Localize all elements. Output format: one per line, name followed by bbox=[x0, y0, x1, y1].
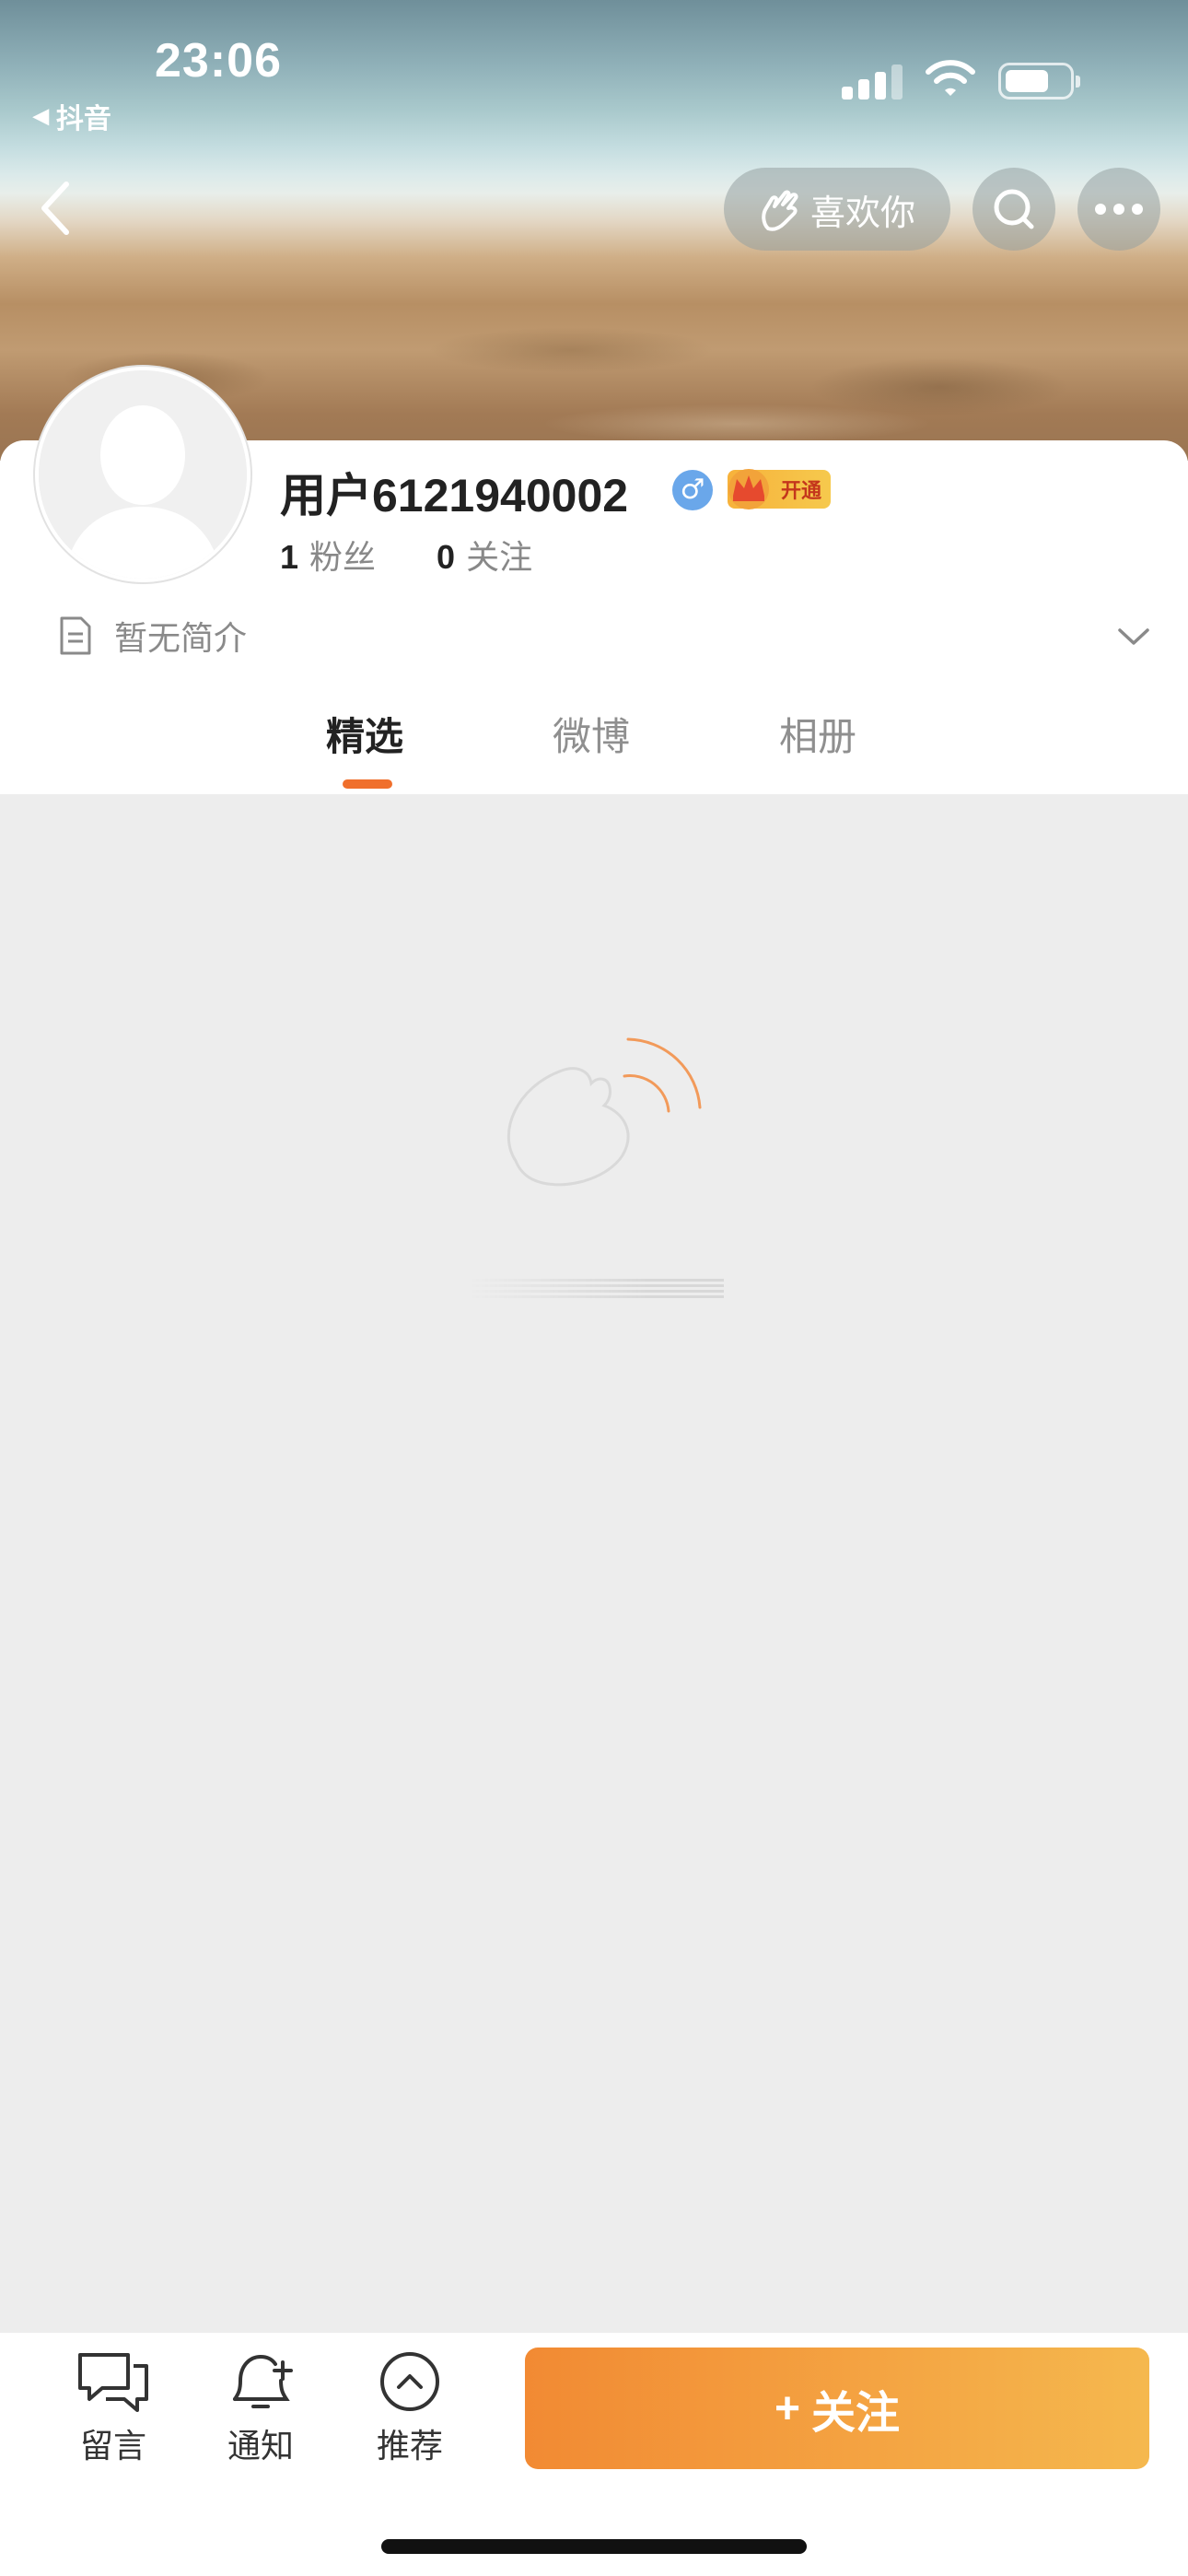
bio-row[interactable]: 暂无简介 bbox=[59, 612, 247, 660]
more-button[interactable] bbox=[1077, 168, 1160, 251]
back-app-label: 抖音 bbox=[55, 104, 111, 135]
chat-bubble-icon bbox=[78, 2353, 148, 2412]
message-label: 留言 bbox=[79, 2428, 146, 2465]
message-button[interactable]: 留言 bbox=[53, 2349, 173, 2467]
profile-screen: 23:06 ◀ 抖音 喜欢你 用户6121940002 ♂ 开通 1 粉丝 0 … bbox=[0, 0, 1188, 2576]
follow-label: 关注 bbox=[811, 2389, 901, 2438]
document-icon bbox=[60, 616, 91, 655]
avatar[interactable] bbox=[35, 367, 250, 582]
profile-tabs: 精选 微博 相册 bbox=[0, 706, 1188, 794]
vip-badge[interactable]: 开通 bbox=[728, 469, 831, 509]
home-indicator[interactable] bbox=[381, 2539, 807, 2554]
crown-icon bbox=[728, 469, 769, 509]
more-icon bbox=[1095, 204, 1143, 215]
default-avatar-icon bbox=[39, 370, 247, 579]
cellular-signal-icon bbox=[842, 63, 903, 100]
username: 用户6121940002 bbox=[280, 470, 629, 521]
recommend-button[interactable]: 推荐 bbox=[350, 2349, 470, 2467]
back-triangle-icon: ◀ bbox=[33, 104, 49, 127]
follow-stats: 1 粉丝 0 关注 bbox=[280, 531, 532, 579]
back-chevron-icon[interactable] bbox=[28, 175, 83, 241]
back-to-app-link[interactable]: ◀ 抖音 bbox=[33, 96, 111, 136]
following-stat[interactable]: 0 关注 bbox=[437, 531, 532, 579]
followers-stat[interactable]: 1 粉丝 bbox=[280, 531, 376, 579]
tab-active-indicator bbox=[343, 779, 392, 789]
vip-label: 开通 bbox=[780, 480, 821, 503]
notify-button[interactable]: 通知 bbox=[201, 2349, 320, 2467]
male-gender-icon: ♂ bbox=[672, 470, 713, 510]
loading-weibo-logo-icon bbox=[507, 1037, 702, 1187]
tab-album[interactable]: 相册 bbox=[779, 706, 856, 762]
wifi-icon bbox=[926, 60, 975, 96]
plus-icon: + bbox=[774, 2383, 800, 2433]
hand-heart-icon bbox=[762, 190, 798, 231]
loading-placeholder-bar bbox=[470, 1279, 724, 1299]
status-time: 23:06 bbox=[155, 34, 282, 88]
chevron-up-circle-icon bbox=[380, 2352, 439, 2411]
search-button[interactable] bbox=[973, 168, 1055, 251]
bio-text: 暂无简介 bbox=[114, 620, 248, 658]
notify-label: 通知 bbox=[227, 2428, 294, 2465]
recommend-label: 推荐 bbox=[376, 2428, 443, 2465]
search-icon bbox=[994, 189, 1034, 229]
like-you-label: 喜欢你 bbox=[809, 192, 915, 233]
battery-icon bbox=[998, 63, 1080, 100]
tab-weibo[interactable]: 微博 bbox=[553, 706, 630, 762]
like-you-button[interactable]: 喜欢你 bbox=[724, 168, 950, 251]
chevron-down-icon[interactable] bbox=[1116, 623, 1151, 650]
tab-featured[interactable]: 精选 bbox=[326, 706, 403, 762]
bell-plus-icon bbox=[233, 2354, 293, 2408]
follow-button[interactable]: + 关注 bbox=[525, 2348, 1149, 2469]
